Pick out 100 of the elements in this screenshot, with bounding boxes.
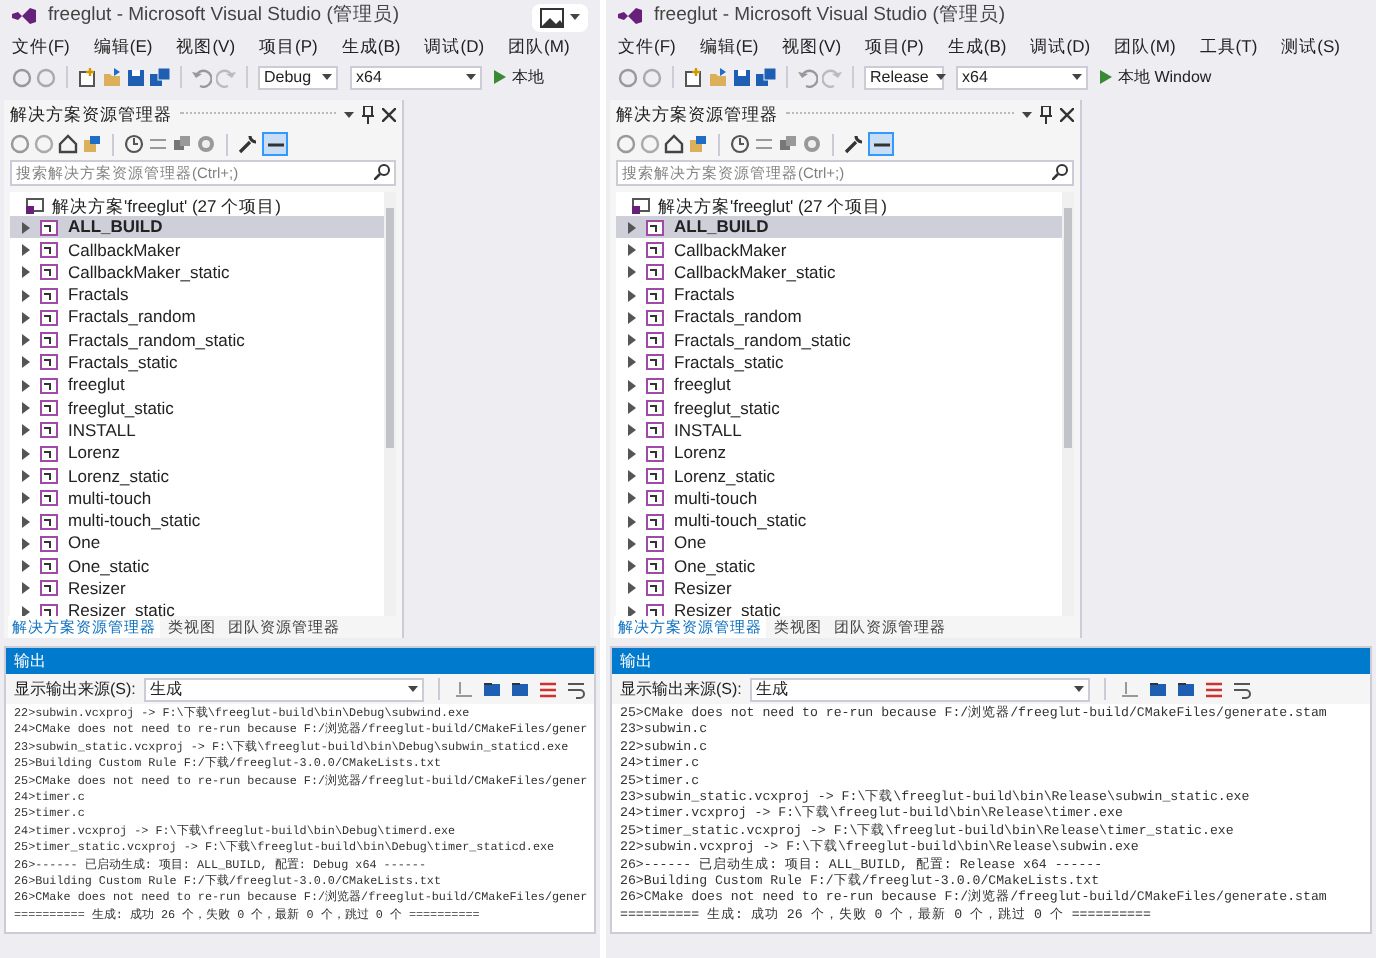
clear-icon[interactable] — [1203, 679, 1224, 699]
project-icon — [646, 558, 664, 575]
home-icon[interactable] — [664, 134, 684, 154]
menu-item[interactable]: 项目(P) — [259, 34, 318, 60]
pin-icon[interactable] — [1040, 105, 1052, 123]
tree-item[interactable]: CallbackMaker — [10, 238, 384, 262]
tree-item[interactable]: One — [10, 532, 384, 555]
back-icon[interactable] — [10, 134, 30, 154]
tree-item[interactable]: CallbackMaker — [616, 238, 1062, 262]
collapse-toggle-button[interactable] — [868, 132, 894, 156]
save-icon[interactable] — [732, 67, 752, 87]
folder-icon[interactable] — [102, 67, 122, 87]
tree-item[interactable]: Lorenz — [616, 441, 1062, 465]
configuration-dropdown[interactable]: Release — [864, 65, 944, 89]
copy-icon[interactable] — [778, 134, 798, 154]
tree-item[interactable]: Lorenz_static — [10, 464, 384, 488]
tree-item[interactable]: Lorenz — [10, 441, 384, 465]
tree-item[interactable]: multi-touch — [10, 487, 384, 510]
menu-item[interactable]: 团队(M) — [508, 34, 570, 60]
tree-item[interactable]: CallbackMaker_static — [616, 261, 1062, 284]
close-icon[interactable] — [382, 107, 396, 121]
run-button[interactable]: 本地 — [494, 65, 544, 89]
menu-item[interactable]: 编辑(E) — [93, 34, 153, 60]
tree-item[interactable]: ALL_BUILD — [10, 216, 384, 239]
pin-icon[interactable] — [362, 105, 374, 123]
tree-item[interactable]: 解决方案'freeglut' (27 个项目) — [658, 193, 887, 219]
view-icon[interactable] — [196, 134, 216, 154]
menu-item[interactable]: 生成(B) — [947, 34, 1007, 60]
wrap-icon[interactable] — [1231, 679, 1252, 699]
save-icon[interactable] — [126, 67, 146, 87]
clear-icon[interactable] — [538, 679, 558, 699]
tree-item[interactable]: freeglut_static — [616, 396, 1062, 420]
menu-item[interactable]: 文件(F) — [618, 34, 676, 60]
tree-item[interactable]: One_static — [616, 554, 1062, 578]
tree-item[interactable]: Fractals_static — [10, 351, 384, 375]
output-source-dropdown[interactable]: 生成 — [749, 677, 1090, 701]
menu-item[interactable]: 视图(V) — [176, 34, 236, 60]
configuration-dropdown[interactable]: Debug — [258, 65, 338, 89]
menu-item[interactable]: 文件(F) — [12, 34, 70, 60]
wrench-icon[interactable] — [238, 134, 258, 154]
tree-item[interactable]: INSTALL — [616, 419, 1062, 442]
tree-item[interactable]: Resizer — [616, 577, 1062, 601]
save-all-icon[interactable] — [756, 67, 776, 87]
folder-icon[interactable] — [708, 67, 728, 87]
menu-item[interactable]: 生成(B) — [341, 34, 401, 60]
tree-item[interactable]: freeglut_static — [10, 396, 384, 420]
scrollbar[interactable] — [384, 192, 396, 616]
scrollbar[interactable] — [1062, 192, 1074, 616]
tree-item[interactable]: 解决方案'freeglut' (27 个项目) — [52, 193, 281, 219]
new-project-icon[interactable] — [78, 67, 98, 87]
scrollbar-thumb[interactable] — [386, 208, 394, 448]
tree-item[interactable]: One — [616, 532, 1062, 555]
view-icon[interactable] — [802, 134, 822, 154]
collapse-toggle-button[interactable] — [262, 132, 288, 156]
tree-item[interactable]: Fractals — [616, 283, 1062, 307]
tree-item[interactable]: Fractals_random — [10, 306, 384, 329]
menu-item[interactable]: 编辑(E) — [699, 34, 759, 60]
tree-item[interactable]: multi-touch_static — [10, 509, 384, 533]
back-icon[interactable] — [616, 134, 636, 154]
close-icon[interactable] — [1060, 107, 1074, 121]
menu-item[interactable]: 项目(P) — [865, 34, 924, 60]
menu-item[interactable]: 调试(D) — [424, 34, 485, 60]
tree-item[interactable]: Fractals_random — [616, 306, 1062, 329]
tree-item[interactable]: Fractals_random_static — [616, 328, 1062, 352]
run-button[interactable]: 本地 Window — [1100, 65, 1212, 89]
wrench-icon[interactable] — [844, 134, 864, 154]
new-project-icon[interactable] — [684, 67, 704, 87]
home-icon[interactable] — [58, 134, 78, 154]
tree-item[interactable]: ALL_BUILD — [616, 216, 1062, 239]
history-icon[interactable] — [124, 134, 144, 154]
history-icon[interactable] — [730, 134, 750, 154]
tree-item[interactable]: INSTALL — [10, 419, 384, 442]
sync-icon[interactable] — [688, 134, 708, 154]
tree-item[interactable]: Resizer — [10, 577, 384, 601]
tree-item[interactable]: freeglut — [10, 374, 384, 397]
tree-item[interactable]: freeglut — [616, 374, 1062, 397]
menu-item[interactable]: 团队(M) — [1114, 34, 1176, 60]
image-tool-button[interactable] — [532, 3, 588, 31]
copy-icon[interactable] — [172, 134, 192, 154]
platform-dropdown[interactable]: x64 — [956, 65, 1088, 89]
tree-item[interactable]: Fractals — [10, 283, 384, 307]
tree-item[interactable]: One_static — [10, 554, 384, 578]
menu-item[interactable]: 工具(T) — [1199, 34, 1258, 60]
project-icon — [40, 422, 58, 439]
tree-item[interactable]: Lorenz_static — [616, 464, 1062, 488]
platform-dropdown[interactable]: x64 — [350, 65, 482, 89]
save-all-icon[interactable] — [150, 67, 170, 87]
output-source-dropdown[interactable]: 生成 — [143, 677, 425, 701]
wrap-icon[interactable] — [566, 679, 586, 699]
tree-item[interactable]: Fractals_static — [616, 351, 1062, 375]
tree-item[interactable]: multi-touch_static — [616, 509, 1062, 533]
tree-item[interactable]: Fractals_random_static — [10, 328, 384, 352]
tree-item[interactable]: multi-touch — [616, 487, 1062, 510]
tree-item[interactable]: CallbackMaker_static — [10, 261, 384, 284]
menu-item[interactable]: 视图(V) — [782, 34, 842, 60]
sync-icon[interactable] — [82, 134, 102, 154]
scrollbar-thumb[interactable] — [1064, 208, 1072, 448]
menu-item[interactable]: 测试(S) — [1281, 34, 1340, 60]
caret-icon — [322, 74, 332, 80]
menu-item[interactable]: 调试(D) — [1030, 34, 1091, 60]
